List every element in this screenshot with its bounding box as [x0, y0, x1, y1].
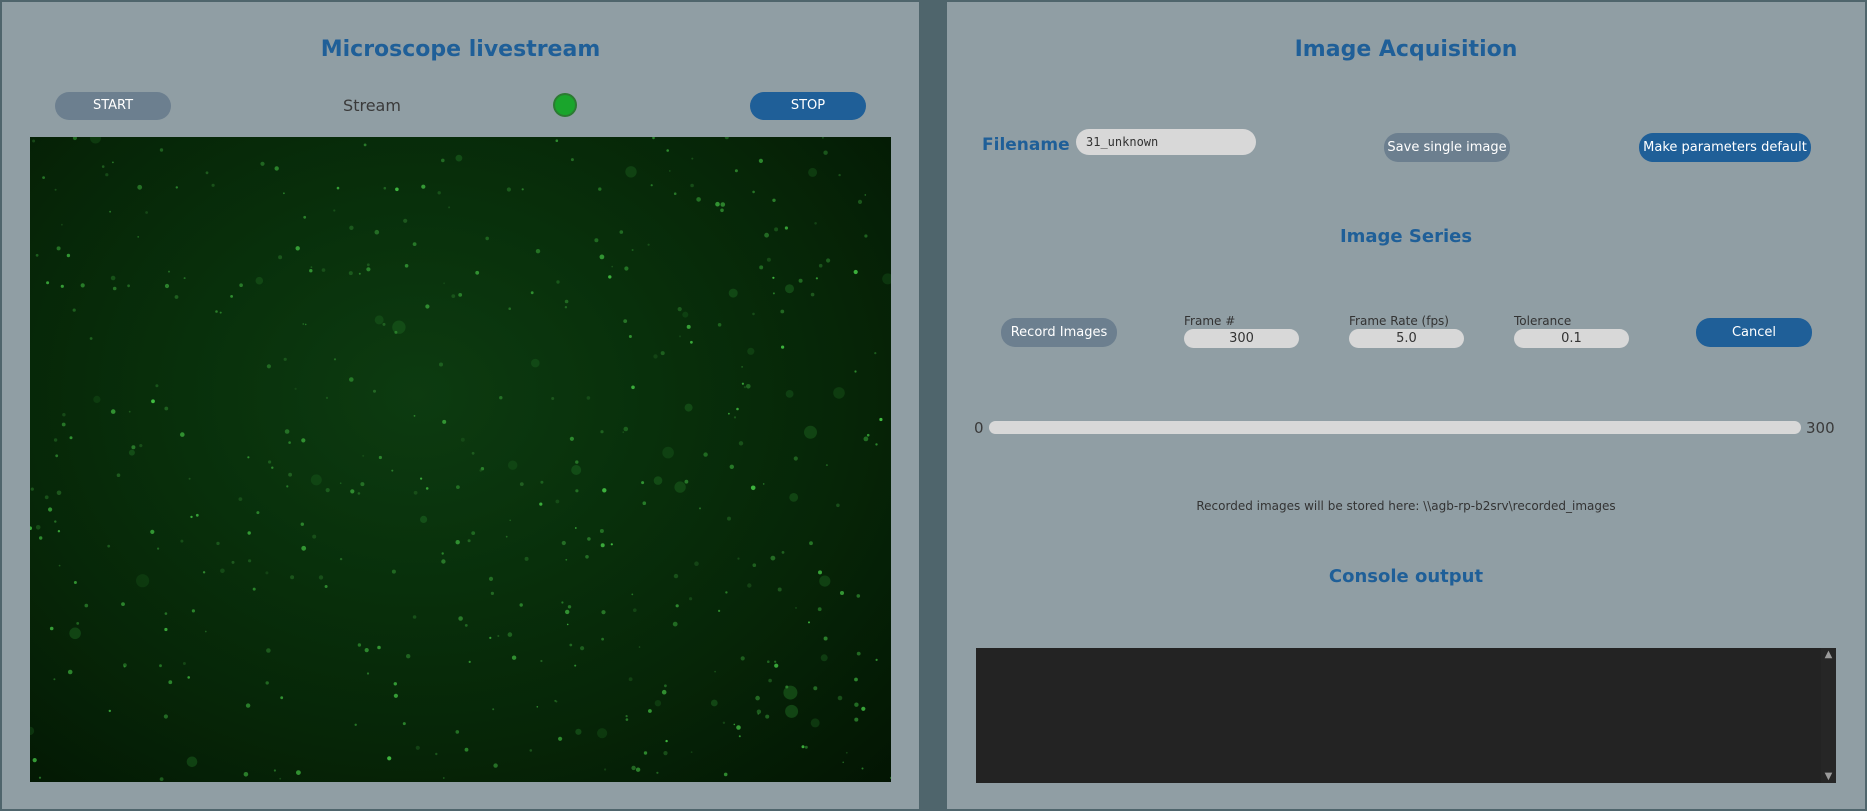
fluorescence-image: [30, 137, 891, 781]
frame-rate-label: Frame Rate (fps): [1349, 314, 1449, 328]
console-output-title: Console output: [1328, 566, 1484, 587]
tolerance-input[interactable]: [1514, 329, 1629, 348]
frame-count-label: Frame #: [1184, 314, 1236, 328]
record-images-button[interactable]: Record Images: [1001, 318, 1117, 347]
storage-path-note: Recorded images will be stored here: \\a…: [1196, 499, 1616, 513]
scroll-up-icon[interactable]: ▲: [1823, 649, 1834, 660]
scroll-down-icon[interactable]: ▼: [1823, 771, 1834, 782]
console-output-box[interactable]: ▲ ▼: [976, 648, 1836, 783]
filename-input[interactable]: [1076, 129, 1256, 155]
cancel-button[interactable]: Cancel: [1696, 318, 1812, 347]
frame-rate-input[interactable]: [1349, 329, 1464, 348]
acquisition-title: Image Acquisition: [1294, 37, 1518, 62]
microscope-video-feed: [30, 137, 891, 782]
filename-label: Filename: [982, 135, 1070, 155]
frame-count-input[interactable]: [1184, 329, 1299, 348]
image-series-title: Image Series: [1339, 226, 1473, 247]
stream-status-indicator: [555, 95, 575, 115]
progress-max-label: 300: [1806, 419, 1835, 437]
stop-button[interactable]: STOP: [750, 92, 866, 120]
recording-progress-bar: [989, 421, 1801, 434]
image-acquisition-panel: Image Acquisition Filename Save single i…: [947, 2, 1865, 809]
livestream-title: Microscope livestream: [320, 37, 601, 62]
progress-min-label: 0: [974, 419, 984, 437]
console-scrollbar[interactable]: ▲ ▼: [1821, 648, 1836, 783]
save-single-image-button[interactable]: Save single image: [1384, 133, 1510, 162]
stream-label: Stream: [343, 96, 401, 115]
livestream-panel: Microscope livestream START Stream STOP: [2, 2, 919, 809]
start-button[interactable]: START: [55, 92, 171, 120]
make-parameters-default-button[interactable]: Make parameters default: [1639, 133, 1811, 162]
tolerance-label: Tolerance: [1514, 314, 1572, 328]
